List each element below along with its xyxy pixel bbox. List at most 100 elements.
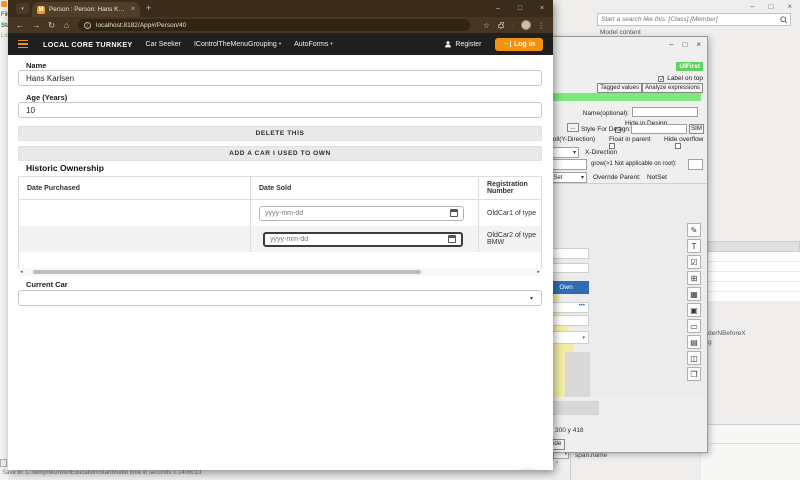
web-page: LOCAL CORE TURNKEY Car Seeker IControlTh…	[8, 33, 553, 470]
desktop: – □ × Model content derNBeforeX g ▾ › sp…	[0, 0, 800, 480]
close-icon[interactable]: ×	[696, 40, 701, 49]
analyze-expressions-button[interactable]: Analyze expressions	[642, 83, 703, 93]
grow-input[interactable]	[688, 159, 703, 170]
age-input[interactable]	[18, 102, 542, 118]
bg-expand-arrow[interactable]: ›	[556, 460, 558, 466]
separator: |	[512, 22, 514, 29]
name-optional-input[interactable]	[632, 107, 698, 117]
checkbox-tool-button[interactable]: ☑	[687, 255, 701, 269]
text-tool-button[interactable]: T	[687, 239, 701, 253]
sim-button[interactable]: SIM	[689, 124, 704, 134]
nav-label: IControlTheMenuGrouping	[194, 41, 277, 48]
edit-tool-button[interactable]: ✎	[687, 223, 701, 237]
button-tool-button[interactable]: ▭	[687, 319, 701, 333]
designer-window: – □ × UIFirst Label on top Tagged values…	[540, 36, 708, 453]
site-info-icon[interactable]: i	[84, 22, 91, 29]
designer-footer-block	[553, 401, 599, 415]
date-sold-input[interactable]	[259, 206, 464, 221]
minimize-icon[interactable]: –	[487, 0, 509, 17]
property-row	[708, 282, 800, 292]
calendar-icon[interactable]	[448, 235, 456, 243]
license-label: Licen	[1, 33, 8, 39]
back-icon[interactable]: ←	[16, 20, 25, 30]
delete-this-button[interactable]: DELETE THIS	[18, 126, 542, 141]
tagged-values-button[interactable]: Tagged values	[597, 83, 642, 93]
toolbar-right: ☆ | ⋮	[483, 17, 553, 33]
bg-text-fragment: derNBeforeX	[708, 330, 746, 337]
progress-bar	[543, 93, 701, 101]
table-header-row: Date Purchased Date Sold Registration Nu…	[19, 177, 541, 200]
new-tab-button[interactable]: +	[146, 3, 151, 13]
table-row: OldCar1 of type	[19, 200, 541, 226]
image-tool-button[interactable]: ▣	[687, 303, 701, 317]
model-search-input[interactable]	[598, 16, 780, 23]
maximize-icon[interactable]: □	[509, 0, 531, 17]
chevron-down-icon: ▾	[581, 174, 584, 181]
file-menu[interactable]: File	[1, 12, 8, 18]
nav-item-menu-grouping[interactable]: IControlTheMenuGrouping▾	[194, 41, 281, 48]
ellipsis-button[interactable]: ...	[567, 123, 579, 132]
maximize-icon[interactable]: □	[682, 40, 687, 49]
reload-icon[interactable]: ↻	[48, 20, 55, 30]
scrollbar-track[interactable]	[25, 268, 535, 276]
x-direction-label: X-Direction	[585, 149, 617, 156]
horizontal-scrollbar[interactable]: ◂ ▸	[18, 268, 542, 276]
hide-overflow-checkbox[interactable]	[675, 143, 681, 149]
scroll-left-icon[interactable]: ◂	[18, 269, 25, 275]
date-sold-field[interactable]	[265, 210, 450, 217]
nav-item-car-seeker[interactable]: Car Seeker	[146, 41, 181, 48]
calendar-icon[interactable]	[450, 209, 458, 217]
uifirst-badge: UIFirst	[676, 62, 703, 71]
brand-title[interactable]: LOCAL CORE TURNKEY	[43, 40, 133, 49]
combo-tool-button[interactable]: ⊞	[687, 271, 701, 285]
browser-tab[interactable]: M Person : Person: Hans Karlsen ×	[32, 2, 140, 17]
hamburger-menu-icon[interactable]	[18, 40, 28, 49]
profile-avatar[interactable]	[521, 20, 531, 30]
forward-icon[interactable]: →	[32, 20, 41, 30]
date-sold-field[interactable]	[270, 236, 448, 243]
preview-button-label: Own	[559, 284, 572, 291]
grow-label: grow(>1 Not applicable on root):	[591, 161, 677, 167]
bg-maximize-icon[interactable]: □	[768, 2, 773, 11]
register-button[interactable]: Register	[444, 40, 481, 48]
designer-window-controls: – □ ×	[669, 40, 701, 49]
nav-item-autoforms[interactable]: AutoForms▾	[294, 41, 333, 48]
current-car-select[interactable]: ▾	[18, 290, 542, 306]
close-icon[interactable]: ×	[531, 0, 553, 17]
scrollbar-thumb[interactable]	[33, 270, 421, 274]
bg-close-icon[interactable]: ×	[787, 2, 792, 11]
bg-minimize-icon[interactable]: –	[750, 2, 754, 11]
browser-toolbar: ← → ↻ ⌂ i localhost:8182/App#/Person/40 …	[8, 17, 553, 33]
ellipsis-icon: •••	[579, 303, 585, 309]
home-icon[interactable]: ⌂	[64, 20, 69, 30]
calendar-tool-button[interactable]: ▦	[687, 287, 701, 301]
media-tool-button[interactable]: ◫	[687, 351, 701, 365]
property-row	[708, 272, 800, 282]
scroll-right-icon[interactable]: ▸	[535, 269, 542, 275]
minimize-icon[interactable]: –	[669, 40, 673, 49]
tab-strip: ▾ M Person : Person: Hans Karlsen × + – …	[8, 0, 553, 17]
favicon: M	[37, 6, 45, 14]
date-sold-input-focused[interactable]	[263, 232, 463, 247]
name-input[interactable]	[18, 70, 542, 86]
style-for-design-label: Style For Design:	[581, 126, 631, 133]
tab-search-button[interactable]: ▾	[16, 3, 29, 14]
widget-toolbox: ✎ T ☑ ⊞ ▦ ▣ ▭ ▤ ◫ ❐	[687, 223, 701, 381]
model-search-box[interactable]	[597, 13, 791, 26]
browser-menu-icon[interactable]: ⋮	[538, 21, 546, 30]
tab-close-icon[interactable]: ×	[131, 6, 135, 13]
style-for-design-input[interactable]	[631, 124, 687, 134]
checkbox-checked-icon[interactable]	[658, 76, 664, 82]
divider	[710, 443, 800, 444]
viewport-tool-button[interactable]: ❐	[687, 367, 701, 381]
design-canvas[interactable]: Own ••• ▾	[541, 183, 707, 397]
page-tool-button[interactable]: ▤	[687, 335, 701, 349]
login-button[interactable]: → Log in	[495, 38, 544, 51]
extensions-icon[interactable]	[497, 21, 505, 29]
add-car-button[interactable]: ADD A CAR I USED TO OWN	[18, 146, 542, 161]
start-tab[interactable]: Start	[1, 23, 8, 29]
label-on-top-option[interactable]: Label on top	[658, 75, 703, 82]
label-on-top-text: Label on top	[667, 75, 703, 82]
address-bar[interactable]: i localhost:8182/App#/Person/40	[78, 19, 470, 31]
bookmark-icon[interactable]: ☆	[483, 21, 490, 30]
